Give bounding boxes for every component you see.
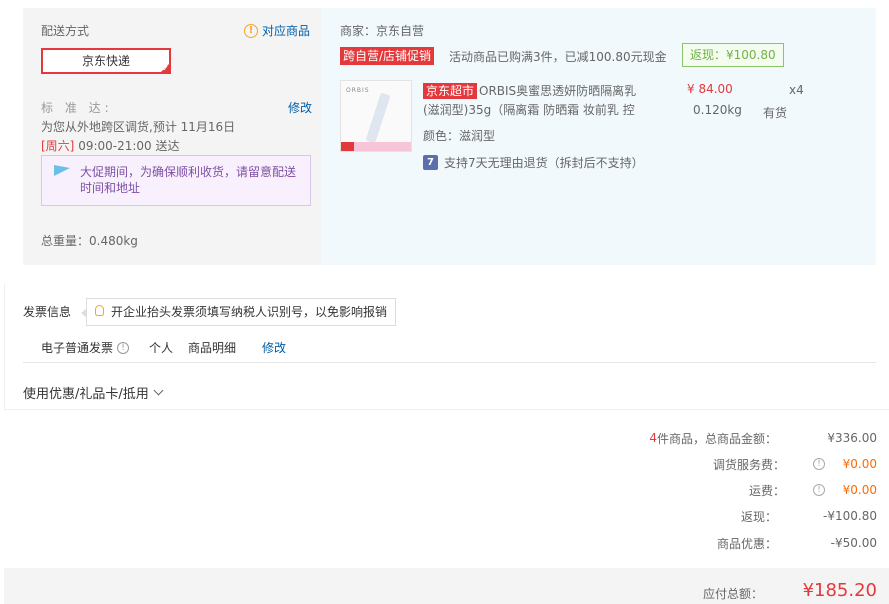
corresponding-goods-label: 对应商品 — [262, 24, 311, 38]
flag-icon — [54, 165, 70, 176]
rebate-badge: 返现：¥100.80 — [682, 43, 784, 67]
modify-invoice-link[interactable]: 修改 — [262, 339, 286, 356]
return-policy-text: 支持7天无理由退货（拆封后不支持） — [444, 156, 644, 170]
summary-freight-row: 运费： ! ¥0.00 — [749, 482, 877, 498]
promo-tag: 跨自营/店铺促销 — [340, 47, 435, 65]
invoice-type: 电子普通发票 ! — [41, 339, 130, 356]
product-quantity: x4 — [789, 83, 804, 97]
goods-amount-label: 件商品，总商品金额： — [656, 431, 777, 446]
promo-notice-text: 大促期间，为确保顺利收货，请留意配送时间和地址 — [80, 165, 297, 195]
chevron-down-icon — [153, 385, 164, 396]
product-image-band-accent — [341, 142, 354, 151]
shipping-column: 配送方式 ! 对应商品 京东快递 ✓ 标 准 达: 修改 为您从外地跨区调货,预… — [23, 8, 321, 265]
invoice-tip-text: 开企业抬头发票须填写纳税人识别号，以免影响报销 — [111, 305, 388, 319]
warning-icon: ! — [244, 23, 258, 38]
jd-supermarket-tag: 京东超市 — [423, 83, 478, 99]
rebate-label: 返现： — [740, 509, 777, 524]
product-weight: 0.120kg — [693, 103, 742, 117]
invoice-title-type: 个人 — [149, 341, 174, 355]
promo-description: 活动商品已购满3件，已减100.80元现金 — [449, 50, 667, 64]
invoice-label: 发票信息 — [23, 305, 72, 319]
delivery-estimate: 为您从外地跨区调货,预计 11月16日 [周六] 09:00-21:00 送达 — [41, 118, 241, 156]
info-icon[interactable]: ! — [117, 341, 130, 354]
summary-transfer-fee-row: 调货服务费： ! ¥0.00 — [713, 456, 877, 472]
delivery-estimate-pre: 为您从外地跨区调货,预计 11月16日 — [41, 120, 236, 134]
shipping-and-goods-block: 配送方式 ! 对应商品 京东快递 ✓ 标 准 达: 修改 为您从外地跨区调货,预… — [23, 8, 876, 265]
stock-status: 有货 — [763, 106, 788, 120]
summary-goods-amount-row: 4 件商品，总商品金额： ¥336.00 — [649, 430, 877, 446]
invoice-tip: 开企业抬头发票须填写纳税人识别号，以免影响报销 — [81, 298, 397, 326]
coupon-label: 使用优惠/礼品卡/抵用 — [23, 387, 149, 402]
modify-delivery-link[interactable]: 修改 — [288, 99, 312, 116]
invoice-type-label: 电子普通发票 — [41, 341, 114, 355]
promo-notice-box: 大促期间，为确保顺利收货，请留意配送时间和地址 — [41, 155, 311, 206]
invoice-content: 商品明细 — [188, 341, 237, 355]
rebate-value: -¥100.80 — [823, 509, 877, 523]
jd-express-option[interactable]: 京东快递 ✓ — [41, 48, 171, 74]
product-color: 颜色：滋润型 — [423, 129, 496, 143]
divider — [23, 362, 876, 363]
freight-value: ¥0.00 — [842, 483, 877, 497]
goods-count: 4 — [649, 431, 657, 445]
checkmark-icon: ✓ — [162, 64, 169, 73]
delivery-weekday: [周六] — [41, 139, 75, 153]
shipping-method-title: 配送方式 — [41, 24, 90, 38]
seller-name: 商家：京东自营 — [340, 24, 425, 38]
tip-arrow-icon — [81, 308, 87, 318]
discount-label: 商品优惠： — [716, 536, 777, 551]
corresponding-goods-link[interactable]: ! 对应商品 — [244, 22, 310, 39]
transfer-fee-label: 调货服务费： — [712, 457, 785, 472]
coupon-toggle[interactable]: 使用优惠/礼品卡/抵用 — [23, 383, 164, 402]
total-weight: 总重量：0.480kg — [41, 234, 138, 248]
total-label: 应付总额： — [703, 587, 764, 601]
summary-discount-row: 商品优惠： -¥50.00 — [717, 535, 877, 551]
product-image-brand: ORBIS — [346, 87, 370, 94]
total-amount: ¥185.20 — [802, 580, 877, 601]
summary-rebate-row: 返现： -¥100.80 — [741, 508, 877, 524]
goods-amount-value: ¥336.00 — [827, 431, 877, 445]
product-price: ¥ 84.00 — [687, 82, 733, 96]
standard-delivery-label: 标 准 达: — [41, 101, 113, 115]
goods-column: 商家：京东自营 跨自营/店铺促销 活动商品已购满3件，已减100.80元现金 返… — [321, 8, 876, 265]
return-policy: 7 支持7天无理由退货（拆封后不支持） — [423, 154, 644, 171]
seven-day-return-icon: 7 — [423, 155, 438, 170]
delivery-estimate-post: 09:00-21:00 送达 — [74, 139, 180, 153]
checkout-page: 配送方式 ! 对应商品 京东快递 ✓ 标 准 达: 修改 为您从外地跨区调货,预… — [0, 0, 889, 604]
product-image[interactable]: ORBIS — [340, 80, 412, 152]
transfer-fee-value: ¥0.00 — [842, 457, 877, 471]
discount-value: -¥50.00 — [830, 536, 877, 550]
courier-label: 京东快递 — [81, 54, 130, 68]
lightbulb-icon — [95, 305, 104, 316]
product-tube-shape — [365, 92, 391, 144]
